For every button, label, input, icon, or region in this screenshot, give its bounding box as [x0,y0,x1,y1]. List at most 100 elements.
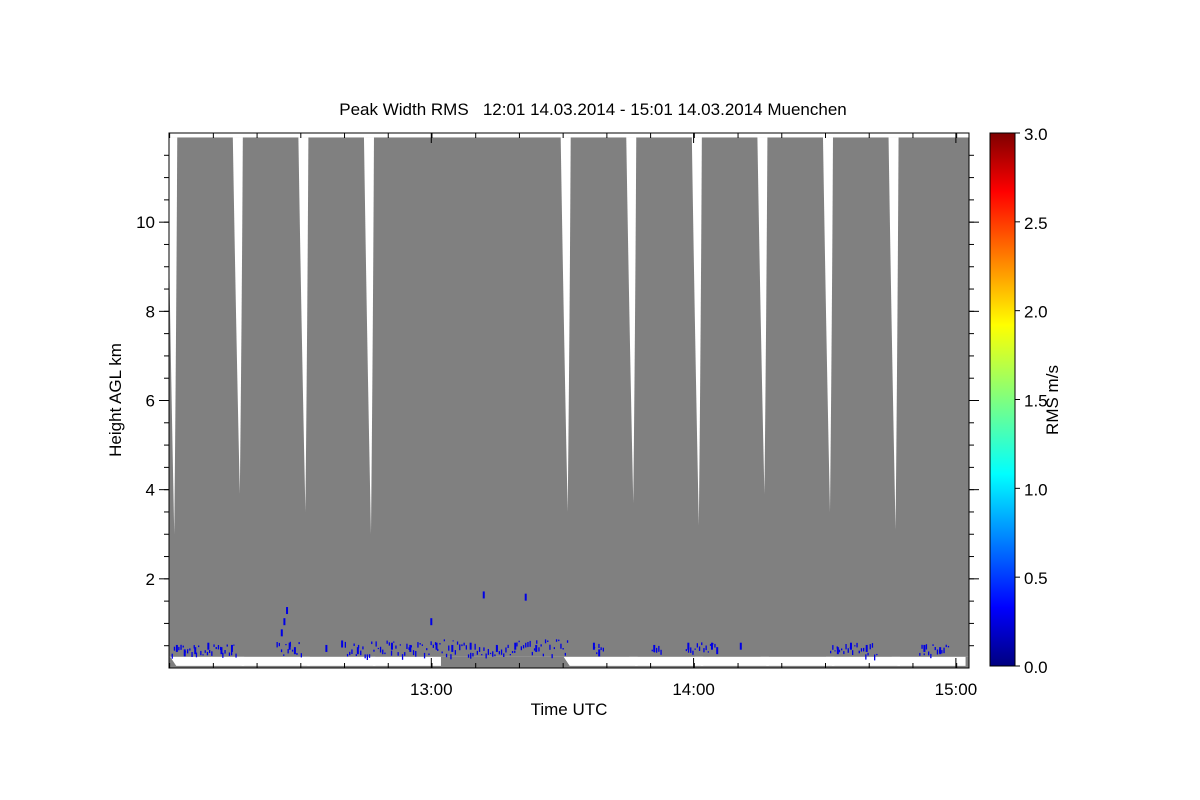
low-rms-mark [198,645,200,648]
low-rms-mark [921,644,923,649]
low-rms-mark [560,643,562,649]
low-rms-mark [847,648,849,653]
low-rms-mark [472,653,474,657]
low-rms-mark [830,650,832,654]
y-tick-label: 2 [146,570,155,589]
scan-gap-base-7 [694,656,769,666]
y-axis-label: Height AGL km [106,343,125,457]
low-rms-mark [189,648,191,651]
colorbar-tick-label: 3.0 [1024,125,1048,144]
low-rms-mark [533,648,536,651]
low-rms-mark [540,644,542,647]
low-rms-mark [867,652,869,656]
low-rms-mark [224,650,226,654]
low-rms-mark [448,645,450,651]
low-rms-mark [401,654,404,660]
low-rms-mark [845,644,847,650]
low-rms-mark [384,652,386,655]
colorbar-tick-label: 2.0 [1024,303,1048,322]
low-rms-mark [452,640,454,642]
low-rms-mark [298,642,300,645]
low-rms-mark [854,645,856,647]
low-rms-mark [280,649,283,653]
low-rms-point-6 [230,644,233,652]
chart-title: Peak Width RMS 12:01 14.03.2014 - 15:01 … [339,100,847,119]
scan-gap-base-3 [301,656,376,666]
low-rms-mark [285,644,287,646]
low-rms-point-25 [535,644,538,652]
low-rms-mark [443,639,445,642]
low-rms-mark [200,650,202,656]
low-rms-mark [375,641,377,647]
low-rms-mark [226,644,228,647]
low-rms-mark [368,654,371,658]
low-rms-point-16 [409,644,412,652]
low-rms-mark [349,651,351,656]
low-rms-mark [344,641,346,648]
low-rms-point-15 [390,642,393,650]
low-rms-mark [507,644,509,648]
low-rms-mark [296,653,298,655]
low-rms-mark [690,647,692,653]
low-rms-mark [459,644,461,651]
low-rms-mark [470,652,472,659]
low-rms-point-13 [341,640,344,648]
scan-gap-base-5 [563,656,638,666]
low-rms-mark [351,649,353,654]
colorbar-label: RMS m/s [1043,365,1062,435]
low-rms-mark [215,647,217,650]
low-rms-mark [454,650,456,655]
low-rms-mark [291,649,294,652]
plot-area [169,133,969,668]
low-rms-mark [538,647,540,652]
low-rms-point-29 [687,642,690,650]
low-rms-mark [206,651,209,656]
low-rms-mark [456,641,459,645]
low-rms-point-32 [739,642,742,650]
low-rms-mark [928,651,930,656]
low-rms-mark [441,651,443,654]
low-rms-mark [558,639,560,642]
low-rms-mark [204,650,206,653]
scan-gap-base-9 [825,656,900,666]
colorbar-tick-label: 0.0 [1024,658,1048,677]
low-rms-mark [388,642,390,646]
low-rms-mark [514,650,516,653]
low-rms-mark [555,639,558,642]
low-rms-mark [522,645,525,649]
low-rms-point-9 [286,607,289,615]
low-rms-mark [360,650,362,656]
low-rms-mark [353,643,355,646]
low-rms-mark [287,649,289,654]
low-rms-point-18 [435,642,438,650]
low-rms-mark [511,651,514,654]
x-tick-label: 13:00 [410,680,453,699]
low-rms-mark [658,645,660,652]
low-rms-mark [596,652,598,655]
low-rms-mark [865,654,867,660]
low-rms-point-14 [356,647,359,655]
low-rms-mark [187,649,189,654]
scan-gap-base-10 [891,656,966,666]
low-rms-mark [860,648,863,652]
low-rms-mark [430,641,432,646]
y-tick-label: 6 [146,392,155,411]
low-rms-mark [467,654,470,658]
low-rms-point-24 [524,593,527,601]
low-rms-mark [231,651,233,656]
low-rms-mark [529,640,531,647]
low-rms-mark [235,653,237,658]
low-rms-mark [520,646,522,651]
low-rms-mark [566,640,569,643]
low-rms-point-1 [175,644,178,652]
low-rms-mark [209,650,211,653]
low-rms-mark [492,651,494,657]
low-rms-point-33 [836,647,839,655]
low-rms-mark [943,647,945,654]
low-rms-mark [544,639,547,644]
y-tick-label: 4 [146,481,155,500]
low-rms-mark [439,643,441,645]
low-rms-mark [171,653,173,659]
low-rms-mark [278,642,280,647]
low-rms-mark [509,654,511,656]
